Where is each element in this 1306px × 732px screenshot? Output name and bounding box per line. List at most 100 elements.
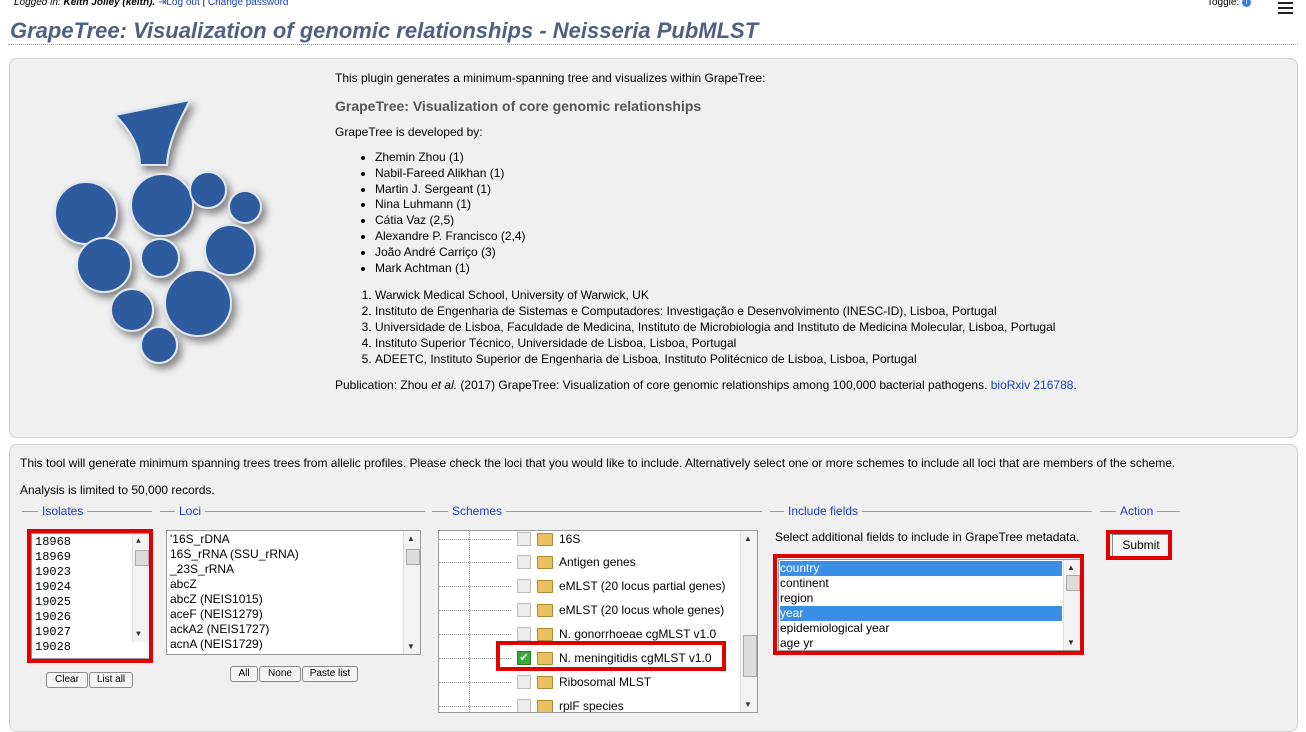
grapetree-logo: [54, 98, 262, 364]
checkbox[interactable]: [517, 579, 531, 593]
tree-guide: [469, 531, 470, 712]
affiliation-list: Warwick Medical School, University of Wa…: [335, 288, 1235, 367]
publication-prefix: Publication: Zhou: [335, 378, 432, 393]
list-item[interactable]: 16S_rRNA (SSU_rRNA): [170, 547, 417, 562]
fields-highlight: [773, 554, 1084, 655]
isolates-highlight: [27, 529, 153, 663]
clear-button[interactable]: Clear: [46, 672, 88, 688]
intro-line: This plugin generates a minimum-spanning…: [335, 71, 766, 85]
scheme-label[interactable]: Ribosomal MLST: [559, 675, 651, 689]
scheme-row[interactable]: 16S: [439, 531, 580, 550]
schemes-tree[interactable]: 16S Antigen genes eMLST (20 locus partia…: [438, 530, 758, 713]
scroll-thumb[interactable]: [406, 549, 420, 565]
list-item: Zhemin Zhou (1): [375, 150, 1235, 166]
list-all-button[interactable]: List all: [89, 672, 133, 688]
folder-icon: [537, 555, 553, 569]
loci-select[interactable]: '16S_rDNA 16S_rRNA (SSU_rRNA) _23S_rRNA …: [166, 530, 421, 655]
scheme-label[interactable]: eMLST (20 locus partial genes): [559, 579, 726, 593]
folder-icon: [537, 579, 553, 593]
list-item: Mark Achtman (1): [375, 261, 1235, 277]
folder-icon: [537, 699, 553, 712]
list-item[interactable]: abcZ: [170, 577, 417, 592]
scroll-thumb[interactable]: [743, 635, 757, 677]
list-item: Martin J. Sergeant (1): [375, 182, 1235, 198]
loci-legend: Loci: [175, 504, 206, 518]
paste-list-button[interactable]: Paste list: [302, 666, 358, 682]
user-name: Keith Jolley (keith).: [63, 0, 156, 8]
biorxiv-link[interactable]: bioRxiv 216788: [991, 378, 1074, 392]
scheme-row[interactable]: eMLST (20 locus whole genes): [439, 599, 724, 621]
list-item: Instituto de Engenharia de Sistemas e Co…: [375, 304, 1235, 320]
separator: |: [199, 0, 208, 8]
checkbox[interactable]: [517, 627, 531, 641]
checkbox[interactable]: [517, 532, 531, 546]
info-icon[interactable]: i: [1242, 0, 1252, 7]
scheme-row[interactable]: eMLST (20 locus partial genes): [439, 575, 726, 597]
fields-legend: Include fields: [784, 504, 863, 518]
folder-icon: [537, 603, 553, 617]
publication-text: (2017) GrapeTree: Visualization of core …: [457, 378, 991, 393]
scroll-up-icon[interactable]: ▲: [744, 534, 752, 543]
folder-icon: [537, 675, 553, 689]
folder-icon: [537, 532, 553, 546]
list-item: Instituto Superior Técnico, Universidade…: [375, 336, 1235, 352]
page-title: GrapeTree: Visualization of genomic rela…: [10, 18, 759, 43]
menu-icon[interactable]: [1278, 2, 1293, 17]
list-item: Nabil-Fareed Alikhan (1): [375, 166, 1235, 182]
logged-in-label: Logged in:: [14, 0, 64, 8]
list-item[interactable]: acnA (NEIS1729): [170, 637, 417, 652]
scheme-row[interactable]: Ribosomal MLST: [439, 671, 651, 693]
list-item[interactable]: aceF (NEIS1279): [170, 607, 417, 622]
scheme-label[interactable]: Antigen genes: [559, 555, 636, 569]
checkbox[interactable]: [517, 699, 531, 712]
submit-highlight: [1106, 530, 1172, 560]
plugin-description: This plugin generates a minimum-spanning…: [335, 70, 1235, 393]
list-item[interactable]: _23S_rRNA: [170, 562, 417, 577]
list-item: Nina Luhmann (1): [375, 197, 1235, 213]
tool-description: This tool will generate minimum spanning…: [20, 456, 1176, 470]
publication: Publication: Zhou et al. (2017) GrapeTre…: [335, 377, 1235, 393]
list-item: João André Carriço (3): [375, 245, 1235, 261]
scroll-up-icon[interactable]: ▲: [407, 534, 415, 543]
developed-by: GrapeTree is developed by:: [335, 125, 483, 139]
scroll-down-icon[interactable]: ▼: [407, 642, 415, 651]
scheme-label[interactable]: rplF species: [559, 699, 624, 712]
checkbox[interactable]: [517, 603, 531, 617]
list-item[interactable]: ackA2 (NEIS1727): [170, 622, 417, 637]
all-button[interactable]: All: [230, 666, 258, 682]
action-legend: Action: [1116, 504, 1158, 518]
scheme-label[interactable]: eMLST (20 locus whole genes): [559, 603, 724, 617]
schemes-legend: Schemes: [448, 504, 507, 518]
login-status: Logged in: Keith Jolley (keith). ⇥Log ou…: [14, 0, 289, 8]
folder-icon: [537, 627, 553, 641]
scroll-down-icon[interactable]: ▼: [744, 700, 752, 709]
publication-etal: et al.: [431, 378, 458, 393]
fields-hint: Select additional fields to include in G…: [775, 530, 1080, 544]
scheme-highlight: [496, 641, 726, 671]
grapetree-heading: GrapeTree: Visualization of core genomic…: [335, 98, 702, 114]
list-item: Alexandre P. Francisco (2,4): [375, 229, 1235, 245]
checkbox[interactable]: [517, 555, 531, 569]
logout-link[interactable]: Log out: [166, 0, 199, 8]
record-limit: Analysis is limited to 50,000 records.: [20, 483, 215, 497]
list-item[interactable]: '16S_rDNA: [170, 532, 417, 547]
loci-scrollbar[interactable]: ▲ ▼: [403, 531, 420, 654]
publication-end: .: [1073, 378, 1077, 393]
list-item: Universidade de Lisboa, Faculdade de Med…: [375, 320, 1235, 336]
none-button[interactable]: None: [259, 666, 301, 682]
scheme-row[interactable]: rplF species: [439, 695, 624, 712]
isolates-legend: Isolates: [38, 504, 88, 518]
title-divider: [8, 44, 1298, 45]
change-password-link[interactable]: Change password: [208, 0, 289, 8]
toggle-control[interactable]: Toggle: i: [1207, 0, 1252, 8]
top-bar: Logged in: Keith Jolley (keith). ⇥Log ou…: [0, 0, 1306, 14]
scheme-label[interactable]: N. gonorrhoeae cgMLST v1.0: [559, 627, 716, 641]
schemes-scrollbar[interactable]: ▲ ▼: [740, 531, 757, 712]
list-item: Warwick Medical School, University of Wa…: [375, 288, 1235, 304]
list-item: ADEETC, Instituto Superior de Engenharia…: [375, 352, 1235, 368]
list-item: Cátia Vaz (2,5): [375, 213, 1235, 229]
list-item[interactable]: abcZ (NEIS1015): [170, 592, 417, 607]
scheme-label[interactable]: 16S: [559, 532, 580, 546]
checkbox[interactable]: [517, 675, 531, 689]
toggle-label: Toggle:: [1207, 0, 1243, 8]
